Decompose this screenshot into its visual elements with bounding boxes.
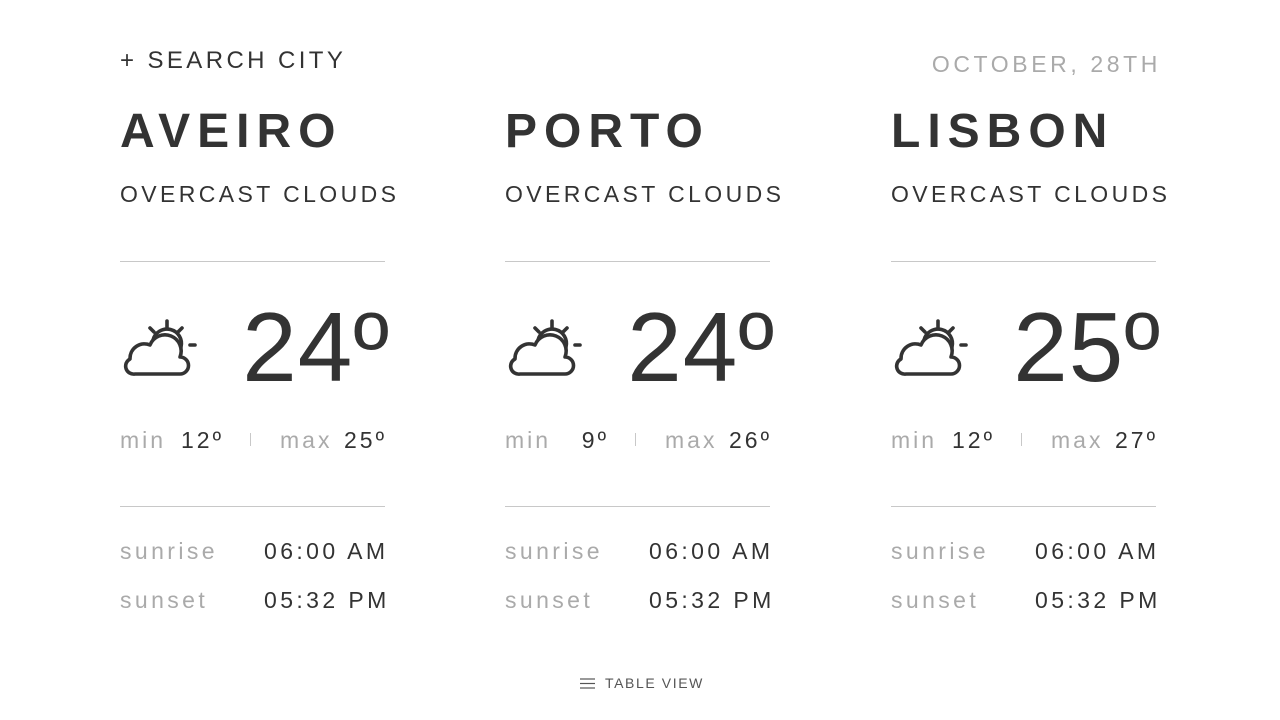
min-temperature: 12º [952,427,995,453]
city-name: LISBON [891,105,1115,158]
sunset-row: sunset 05:32 PM [891,585,1171,615]
min-label: min [891,427,938,453]
separator [250,433,251,446]
table-view-button[interactable]: TABLE VIEW [580,674,704,692]
weather-condition: OVERCAST CLOUDS [120,181,400,207]
sunrise-label: sunrise [891,538,989,564]
max-label: max [280,427,333,453]
sunset-row: sunset 05:32 PM [505,585,785,615]
menu-icon [580,677,595,689]
divider [505,506,770,507]
sunset-label: sunset [120,587,209,613]
separator [635,433,636,446]
divider [120,506,385,507]
sunrise-time: 06:00 AM [1035,538,1160,564]
sunset-label: sunset [505,587,594,613]
sunset-time: 05:32 PM [264,587,390,613]
min-max-row: min 9º max 26º [505,426,785,454]
current-temperature: 24º [242,292,390,402]
separator [1021,433,1022,446]
sunset-time: 05:32 PM [1035,587,1161,613]
min-max-row: min 12º max 25º [120,426,400,454]
city-name: AVEIRO [120,105,343,158]
weather-page: + SEARCH CITY OCTOBER, 28TH AVEIRO OVERC… [0,0,1280,720]
max-temperature: 25º [344,427,387,453]
min-temperature: 9º [581,427,609,453]
partly-cloudy-icon [123,319,197,376]
min-max-row: min 12º max 27º [891,426,1171,454]
sunrise-time: 06:00 AM [264,538,389,564]
divider [891,261,1156,262]
divider [891,506,1156,507]
sunrise-label: sunrise [120,538,218,564]
city-name: PORTO [505,105,710,158]
divider [505,261,770,262]
weather-condition: OVERCAST CLOUDS [891,181,1171,207]
sunset-time: 05:32 PM [649,587,775,613]
divider [120,261,385,262]
min-label: min [505,427,552,453]
current-temperature: 25º [1013,292,1161,402]
partly-cloudy-icon [894,319,968,376]
sunrise-row: sunrise 06:00 AM [505,536,785,566]
current-temperature: 24º [627,292,775,402]
weather-condition: OVERCAST CLOUDS [505,181,785,207]
min-label: min [120,427,167,453]
max-temperature: 26º [729,427,772,453]
max-label: max [1051,427,1104,453]
sunrise-row: sunrise 06:00 AM [120,536,400,566]
sunset-row: sunset 05:32 PM [120,585,400,615]
min-temperature: 12º [181,427,224,453]
sunset-label: sunset [891,587,980,613]
city-card-porto: PORTO OVERCAST CLOUDS 24º min 9º max 26º… [505,0,785,720]
city-card-lisbon: LISBON OVERCAST CLOUDS 25º min 12º max 2… [891,0,1171,720]
max-label: max [665,427,718,453]
sunrise-time: 06:00 AM [649,538,774,564]
table-view-label: TABLE VIEW [605,675,704,691]
sunrise-row: sunrise 06:00 AM [891,536,1171,566]
sunrise-label: sunrise [505,538,603,564]
max-temperature: 27º [1115,427,1158,453]
partly-cloudy-icon [508,319,582,376]
city-card-aveiro: AVEIRO OVERCAST CLOUDS 24º min 12º max 2… [120,0,400,720]
